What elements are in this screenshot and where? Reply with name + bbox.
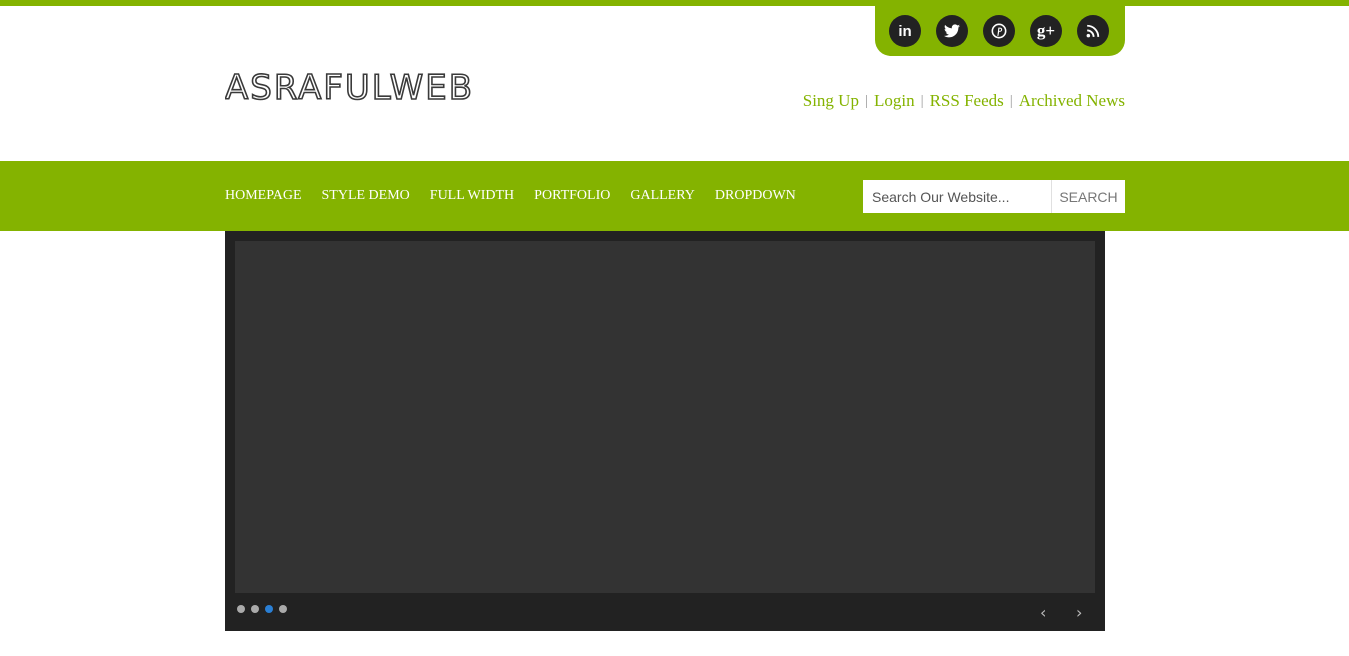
google-plus-icon[interactable]: g+ — [1030, 15, 1062, 47]
header-links: Sing Up | Login | RSS Feeds | Archived N… — [803, 91, 1125, 111]
nav-item-portfolio[interactable]: PORTFOLIO — [534, 188, 610, 204]
google-plus-glyph: g+ — [1036, 21, 1056, 40]
slider-pagination — [237, 605, 293, 613]
nav-item-style-demo[interactable]: STYLE DEMO — [322, 188, 410, 204]
twitter-icon[interactable] — [936, 15, 968, 47]
link-separator: | — [864, 92, 868, 109]
search-input[interactable] — [863, 180, 1051, 213]
search-button[interactable]: SEARCH — [1051, 180, 1125, 213]
rss-feeds-link[interactable]: RSS Feeds — [930, 91, 1004, 111]
nav-item-full-width[interactable]: FULL WIDTH — [430, 188, 514, 204]
login-link[interactable]: Login — [874, 91, 915, 111]
slider-dot[interactable] — [237, 605, 245, 613]
pinterest-icon[interactable] — [983, 15, 1015, 47]
signup-link[interactable]: Sing Up — [803, 91, 859, 111]
slider-dot[interactable] — [251, 605, 259, 613]
nav-item-dropdown[interactable]: DROPDOWN — [715, 188, 796, 204]
slider-dot[interactable] — [279, 605, 287, 613]
slider-dot-active[interactable] — [265, 605, 273, 613]
slide-image[interactable] — [235, 241, 1095, 593]
archived-news-link[interactable]: Archived News — [1019, 91, 1125, 111]
nav-item-gallery[interactable]: GALLERY — [630, 188, 695, 204]
main-navigation-bar: HOMEPAGE STYLE DEMO FULL WIDTH PORTFOLIO… — [0, 161, 1349, 231]
image-slider: ‹ › — [225, 231, 1105, 631]
nav-menu: HOMEPAGE STYLE DEMO FULL WIDTH PORTFOLIO… — [225, 161, 816, 231]
social-links-tab: in g+ — [875, 0, 1125, 56]
rss-icon[interactable] — [1077, 15, 1109, 47]
top-accent-bar — [0, 0, 1349, 6]
link-separator: | — [920, 92, 924, 109]
nav-item-homepage[interactable]: HOMEPAGE — [225, 188, 302, 204]
site-logo[interactable]: ASRAFULWEB — [225, 64, 545, 104]
slider-next-icon[interactable]: › — [1076, 603, 1082, 622]
search-form: SEARCH — [863, 180, 1125, 213]
linkedin-glyph: in — [898, 22, 912, 40]
logo-text: ASRAFULWEB — [225, 68, 474, 104]
linkedin-icon[interactable]: in — [889, 15, 921, 47]
slider-prev-icon[interactable]: ‹ — [1040, 603, 1046, 622]
link-separator: | — [1009, 92, 1013, 109]
